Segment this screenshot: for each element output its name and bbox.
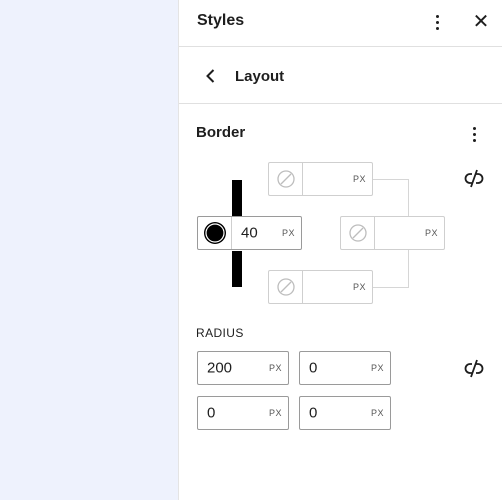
unlink-icon[interactable] — [461, 356, 487, 382]
border-top-color-button[interactable] — [269, 163, 303, 195]
border-right-color-button[interactable] — [341, 217, 375, 249]
connector-line — [373, 287, 409, 288]
radius-label: RADIUS — [196, 326, 244, 340]
close-icon[interactable]: ✕ — [469, 8, 493, 36]
radius-bottom-right-value[interactable]: 0 — [309, 405, 317, 422]
border-options-icon[interactable] — [464, 122, 484, 146]
panel-title: Styles — [197, 12, 245, 29]
unit-label[interactable]: PX — [269, 408, 282, 418]
border-top-control[interactable]: PX — [268, 162, 373, 196]
radius-bottom-left-input[interactable]: 0 PX — [197, 396, 289, 430]
radius-top-left-value[interactable]: 200 — [207, 360, 232, 377]
editor-canvas — [0, 0, 178, 500]
unlink-icon[interactable] — [461, 166, 487, 192]
unit-label[interactable]: PX — [425, 228, 438, 238]
unit-label[interactable]: PX — [353, 282, 366, 292]
unit-label[interactable]: PX — [371, 408, 384, 418]
border-left-value[interactable]: 40 — [241, 225, 258, 242]
border-right-control[interactable]: PX — [340, 216, 445, 250]
border-preview-top — [232, 180, 242, 216]
panel-header: Styles ✕ — [179, 0, 502, 47]
connector-line — [373, 179, 409, 180]
chevron-left-icon[interactable] — [199, 64, 223, 88]
nav-title: Layout — [235, 68, 285, 85]
border-preview-bottom — [232, 251, 242, 287]
border-bottom-color-button[interactable] — [269, 271, 303, 303]
radius-top-right-input[interactable]: 0 PX — [299, 351, 391, 385]
radius-bottom-left-value[interactable]: 0 — [207, 405, 215, 422]
navigator: Layout — [179, 48, 502, 104]
options-menu-icon[interactable] — [427, 10, 447, 34]
border-left-control[interactable]: 40 PX — [197, 216, 302, 250]
radius-bottom-right-input[interactable]: 0 PX — [299, 396, 391, 430]
no-color-icon — [276, 170, 295, 188]
border-section-title: Border — [196, 124, 246, 141]
unit-label[interactable]: PX — [282, 228, 295, 238]
unit-label[interactable]: PX — [353, 174, 366, 184]
unit-label[interactable]: PX — [371, 363, 384, 373]
radius-top-left-input[interactable]: 200 PX — [197, 351, 289, 385]
color-swatch-icon — [203, 222, 226, 244]
no-color-icon — [348, 224, 367, 242]
border-bottom-control[interactable]: PX — [268, 270, 373, 304]
unit-label[interactable]: PX — [269, 363, 282, 373]
no-color-icon — [276, 278, 295, 296]
border-left-color-button[interactable] — [198, 217, 232, 249]
radius-top-right-value[interactable]: 0 — [309, 360, 317, 377]
